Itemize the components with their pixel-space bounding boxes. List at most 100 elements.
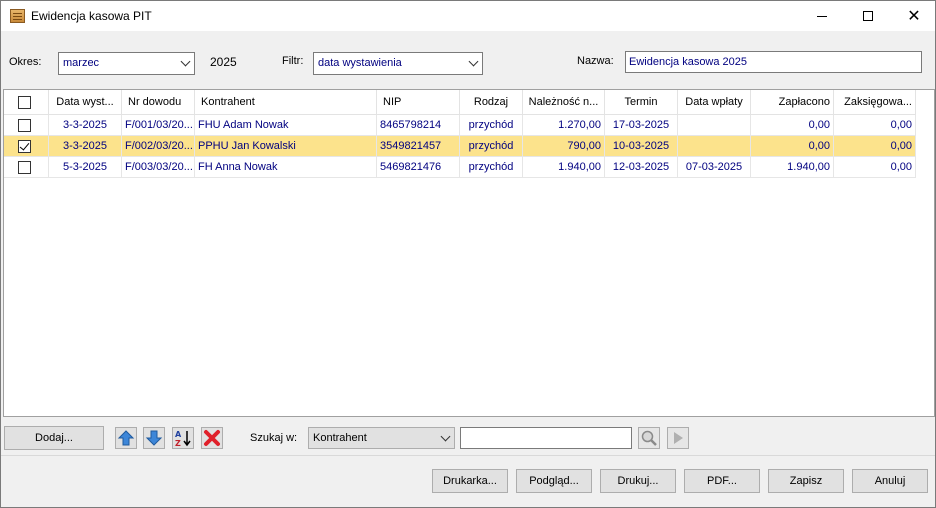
printer-button[interactable]: Drukarka... [432, 469, 508, 493]
cell-nip: 5469821476 [377, 157, 460, 178]
next-result-button[interactable] [667, 427, 689, 449]
nazwa-value: Ewidencja kasowa 2025 [629, 56, 748, 68]
col-header-kontrahent[interactable]: Kontrahent [195, 90, 377, 115]
title-bar: Ewidencja kasowa PIT ✕ [1, 1, 935, 31]
search-button[interactable] [638, 427, 660, 449]
col-header-data[interactable]: Data wyst... [49, 90, 122, 115]
col-header-nip[interactable]: NIP [377, 90, 460, 115]
move-down-button[interactable] [143, 427, 165, 449]
cell-rodzaj: przychód [460, 115, 523, 136]
cell-nip: 8465798214 [377, 115, 460, 136]
documents-table[interactable]: Data wyst... Nr dowodu Kontrahent NIP Ro… [3, 89, 935, 417]
delete-x-icon [204, 430, 220, 446]
cell-naleznosc: 1.270,00 [523, 115, 605, 136]
table-row[interactable]: 3-3-2025 F/001/03/20... FHU Adam Nowak 8… [4, 115, 916, 136]
cell-rodzaj: przychód [460, 157, 523, 178]
maximize-icon [863, 11, 873, 21]
maximize-button[interactable] [845, 1, 891, 31]
minimize-icon [817, 15, 827, 17]
print-button[interactable]: Drukuj... [600, 469, 676, 493]
row-check-cell [4, 115, 49, 136]
sort-button[interactable]: A Z [172, 427, 194, 449]
col-header-rodzaj[interactable]: Rodzaj [460, 90, 523, 115]
cell-nip: 3549821457 [377, 136, 460, 157]
okres-value: marzec [63, 57, 100, 69]
cell-zaksiegowano: 0,00 [834, 136, 916, 157]
save-button[interactable]: Zapisz [768, 469, 844, 493]
cell-zaksiegowano: 0,00 [834, 115, 916, 136]
filtr-value: data wystawienia [318, 57, 402, 69]
preview-button[interactable]: Podgląd... [516, 469, 592, 493]
delete-button[interactable] [201, 427, 223, 449]
col-header-termin[interactable]: Termin [605, 90, 678, 115]
cell-zaksiegowano: 0,00 [834, 157, 916, 178]
cell-termin: 10-03-2025 [605, 136, 678, 157]
table-row-selected[interactable]: 3-3-2025 F/002/03/20... PPHU Jan Kowalsk… [4, 136, 916, 157]
table-header: Data wyst... Nr dowodu Kontrahent NIP Ro… [4, 90, 916, 115]
col-header-zaksiegowano[interactable]: Zaksięgowa... [834, 90, 916, 115]
add-button[interactable]: Dodaj... [4, 426, 104, 450]
cell-nr: F/003/03/20... [122, 157, 195, 178]
chevron-down-icon [468, 56, 479, 67]
row-check-cell [4, 136, 49, 157]
search-field-value: Kontrahent [313, 432, 367, 444]
cell-zaplacono: 0,00 [751, 115, 834, 136]
cell-data: 5-3-2025 [49, 157, 122, 178]
okres-select[interactable]: marzec [58, 52, 195, 75]
select-all-checkbox[interactable] [18, 96, 31, 109]
chevron-down-icon [180, 56, 191, 67]
main-window: Ewidencja kasowa PIT ✕ Okres: marzec 202… [0, 0, 936, 508]
sort-az-icon: A Z [175, 430, 191, 447]
col-header-data-wplaty[interactable]: Data wpłaty [678, 90, 751, 115]
cell-data-wplaty [678, 136, 751, 157]
minimize-button[interactable] [799, 1, 845, 31]
filtr-select[interactable]: data wystawienia [313, 52, 483, 75]
search-label: Szukaj w: [250, 432, 298, 444]
search-input[interactable] [460, 427, 632, 449]
cell-naleznosc: 790,00 [523, 136, 605, 157]
cell-rodzaj: przychód [460, 136, 523, 157]
cell-data-wplaty [678, 115, 751, 136]
filtr-label: Filtr: [282, 55, 304, 67]
cell-zaplacono: 0,00 [751, 136, 834, 157]
cell-data: 3-3-2025 [49, 115, 122, 136]
footer-divider [1, 455, 935, 456]
window-title: Ewidencja kasowa PIT [31, 9, 152, 23]
select-all-cell [4, 90, 49, 115]
svg-text:A: A [175, 430, 182, 439]
cancel-button[interactable]: Anuluj [852, 469, 928, 493]
cell-kontrahent: FHU Adam Nowak [195, 115, 377, 136]
cell-nr: F/002/03/20... [122, 136, 195, 157]
ledger-app-icon [10, 9, 25, 23]
table-row[interactable]: 5-3-2025 F/003/03/20... FH Anna Nowak 54… [4, 157, 916, 178]
col-header-naleznosc[interactable]: Należność n... [523, 90, 605, 115]
row-check-cell [4, 157, 49, 178]
row-checkbox[interactable] [18, 140, 31, 153]
cell-nr: F/001/03/20... [122, 115, 195, 136]
nazwa-input[interactable]: Ewidencja kasowa 2025 [625, 51, 922, 73]
cell-data-wplaty: 07-03-2025 [678, 157, 751, 178]
col-header-zaplacono[interactable]: Zapłacono [751, 90, 834, 115]
svg-text:Z: Z [175, 439, 181, 447]
search-field-select[interactable]: Kontrahent [308, 427, 455, 449]
cell-termin: 17-03-2025 [605, 115, 678, 136]
close-button[interactable]: ✕ [891, 1, 936, 31]
cell-termin: 12-03-2025 [605, 157, 678, 178]
arrow-down-icon [145, 430, 163, 446]
row-checkbox[interactable] [18, 161, 31, 174]
okres-label: Okres: [9, 56, 42, 68]
chevron-down-icon [440, 431, 451, 442]
nazwa-label: Nazwa: [577, 55, 614, 67]
cell-naleznosc: 1.940,00 [523, 157, 605, 178]
cell-data: 3-3-2025 [49, 136, 122, 157]
arrow-up-icon [117, 430, 135, 446]
magnifier-icon [641, 430, 657, 446]
col-header-nr[interactable]: Nr dowodu [122, 90, 195, 115]
pdf-button[interactable]: PDF... [684, 469, 760, 493]
move-up-button[interactable] [115, 427, 137, 449]
row-checkbox[interactable] [18, 119, 31, 132]
cell-kontrahent: PPHU Jan Kowalski [195, 136, 377, 157]
close-icon: ✕ [907, 6, 921, 25]
play-next-icon [674, 432, 683, 444]
cell-kontrahent: FH Anna Nowak [195, 157, 377, 178]
